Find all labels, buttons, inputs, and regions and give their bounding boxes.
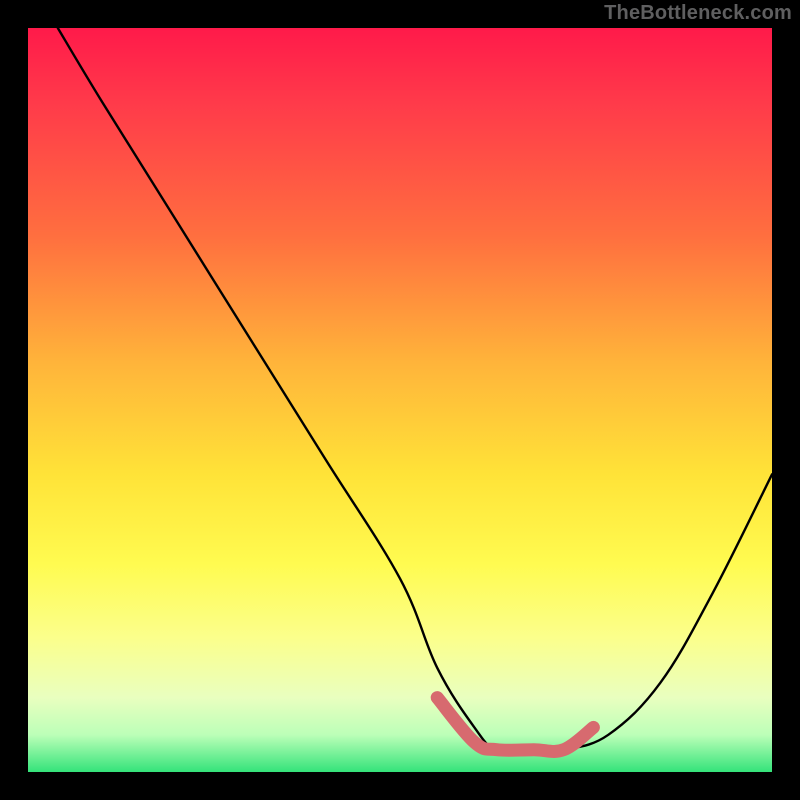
chart-svg bbox=[28, 28, 772, 772]
bottleneck-curve bbox=[58, 28, 772, 751]
watermark-text: TheBottleneck.com bbox=[604, 2, 792, 25]
chart-plot-area bbox=[28, 28, 772, 772]
chart-frame: TheBottleneck.com bbox=[0, 0, 800, 800]
